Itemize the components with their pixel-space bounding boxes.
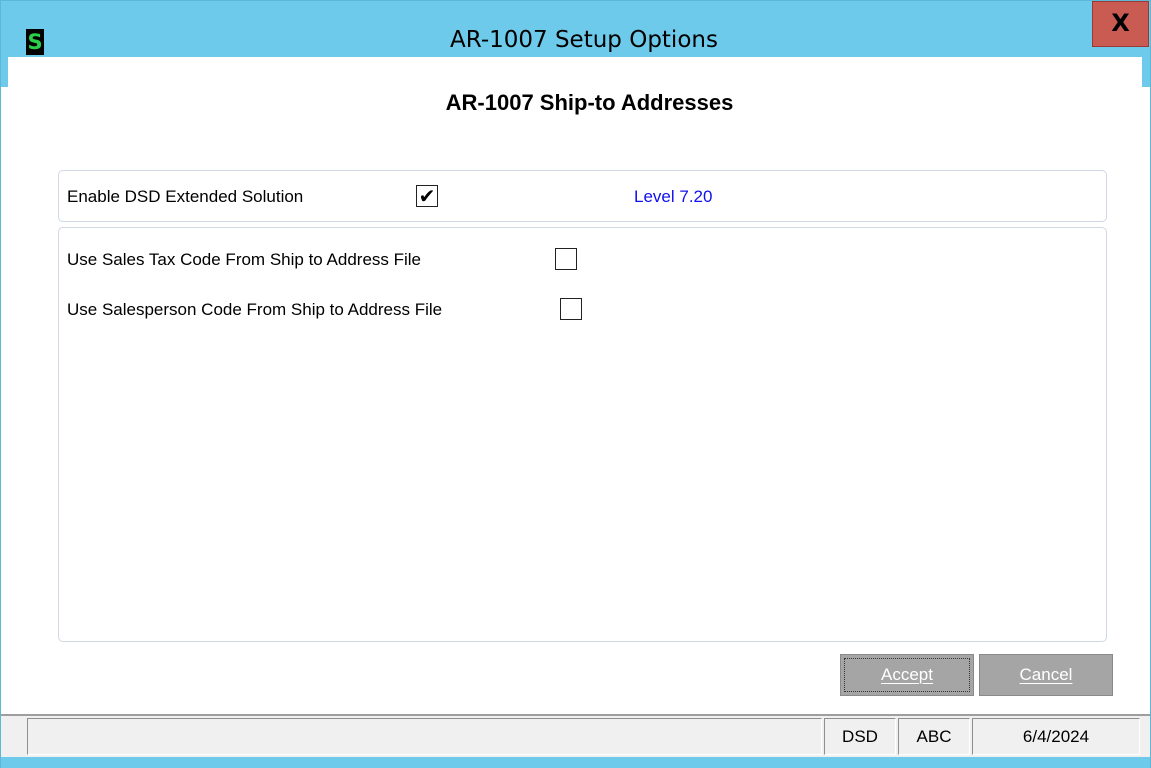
window-bottom-border bbox=[1, 757, 1150, 768]
status-module-pane: DSD bbox=[824, 718, 896, 755]
level-label: Level 7.20 bbox=[634, 187, 713, 206]
cancel-button[interactable]: Cancel bbox=[979, 654, 1113, 696]
close-button[interactable]: X bbox=[1092, 1, 1149, 47]
setup-options-window: S AR-1007 Setup Options X AR-1007 Ship-t… bbox=[0, 0, 1151, 768]
enable-group: Enable DSD Extended Solution ✔ Level 7.2… bbox=[58, 170, 1107, 222]
status-date-pane: 6/4/2024 bbox=[972, 718, 1140, 755]
page-title: AR-1007 Ship-to Addresses bbox=[445, 90, 734, 115]
enable-dsd-checkbox[interactable]: ✔ bbox=[416, 185, 438, 207]
status-message-pane bbox=[27, 718, 822, 755]
salesperson-label: Use Salesperson Code From Ship to Addres… bbox=[67, 300, 443, 319]
accept-button[interactable]: Accept bbox=[840, 654, 974, 696]
enable-dsd-label: Enable DSD Extended Solution bbox=[67, 187, 304, 206]
options-group: Use Sales Tax Code From Ship to Address … bbox=[58, 227, 1107, 642]
checkmark-icon: ✔ bbox=[418, 184, 436, 208]
dialog-body: AR-1007 Ship-to Addresses Enable DSD Ext… bbox=[8, 57, 1142, 708]
sales-tax-label: Use Sales Tax Code From Ship to Address … bbox=[67, 250, 422, 269]
window-title: AR-1007 Setup Options bbox=[450, 27, 718, 53]
sales-tax-checkbox[interactable] bbox=[555, 248, 577, 270]
salesperson-checkbox[interactable] bbox=[560, 298, 582, 320]
status-company-pane: ABC bbox=[898, 718, 970, 755]
